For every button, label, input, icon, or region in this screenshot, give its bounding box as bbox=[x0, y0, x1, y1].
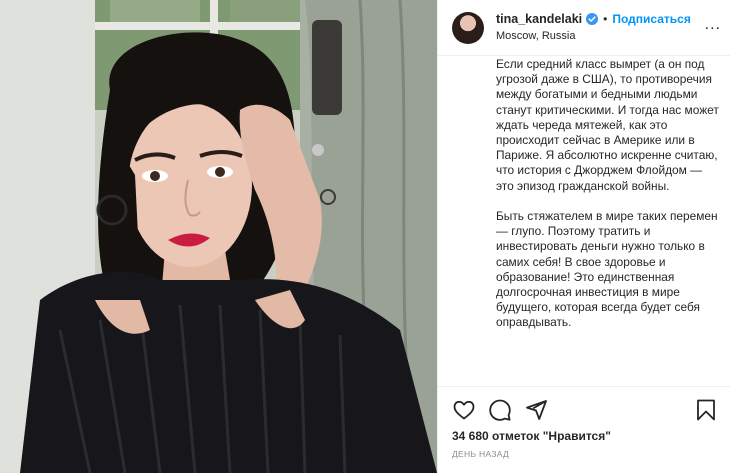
paper-plane-icon[interactable] bbox=[524, 398, 548, 422]
verified-badge-icon bbox=[586, 13, 599, 25]
header-row: tina_kandelaki • Подписаться bbox=[496, 13, 691, 26]
more-options-icon[interactable]: ... bbox=[705, 16, 721, 34]
bookmark-icon[interactable] bbox=[694, 398, 718, 422]
instagram-post: tina_kandelaki • Подписаться Moscow, Rus… bbox=[0, 0, 730, 473]
header-info: tina_kandelaki • Подписаться Moscow, Rus… bbox=[496, 13, 691, 43]
comment-bubble-icon[interactable] bbox=[488, 398, 512, 422]
avatar[interactable] bbox=[452, 11, 484, 44]
post-sidebar: tina_kandelaki • Подписаться Moscow, Rus… bbox=[437, 0, 730, 473]
likes-count[interactable]: 34 680 отметок "Нравится" bbox=[452, 429, 611, 443]
post-photo[interactable] bbox=[0, 0, 437, 473]
post-timestamp[interactable]: ДЕНЬ НАЗАД bbox=[452, 449, 509, 459]
post-photo-illustration bbox=[0, 0, 437, 473]
post-caption: Если средний класс вымрет (а он под угро… bbox=[496, 56, 722, 386]
post-header: tina_kandelaki • Подписаться Moscow, Rus… bbox=[438, 0, 730, 56]
caption-paragraph: Если средний класс вымрет (а он под угро… bbox=[496, 57, 719, 193]
follow-button[interactable]: Подписаться bbox=[612, 13, 690, 25]
caption-paragraph: Быть стяжателем в мире таких перемен — г… bbox=[496, 209, 718, 330]
heart-icon[interactable] bbox=[452, 398, 476, 422]
post-actions: 34 680 отметок "Нравится" ДЕНЬ НАЗАД bbox=[438, 386, 730, 473]
separator-dot: • bbox=[603, 12, 608, 26]
username-link[interactable]: tina_kandelaki bbox=[496, 13, 582, 26]
location-link[interactable]: Moscow, Russia bbox=[496, 31, 691, 42]
